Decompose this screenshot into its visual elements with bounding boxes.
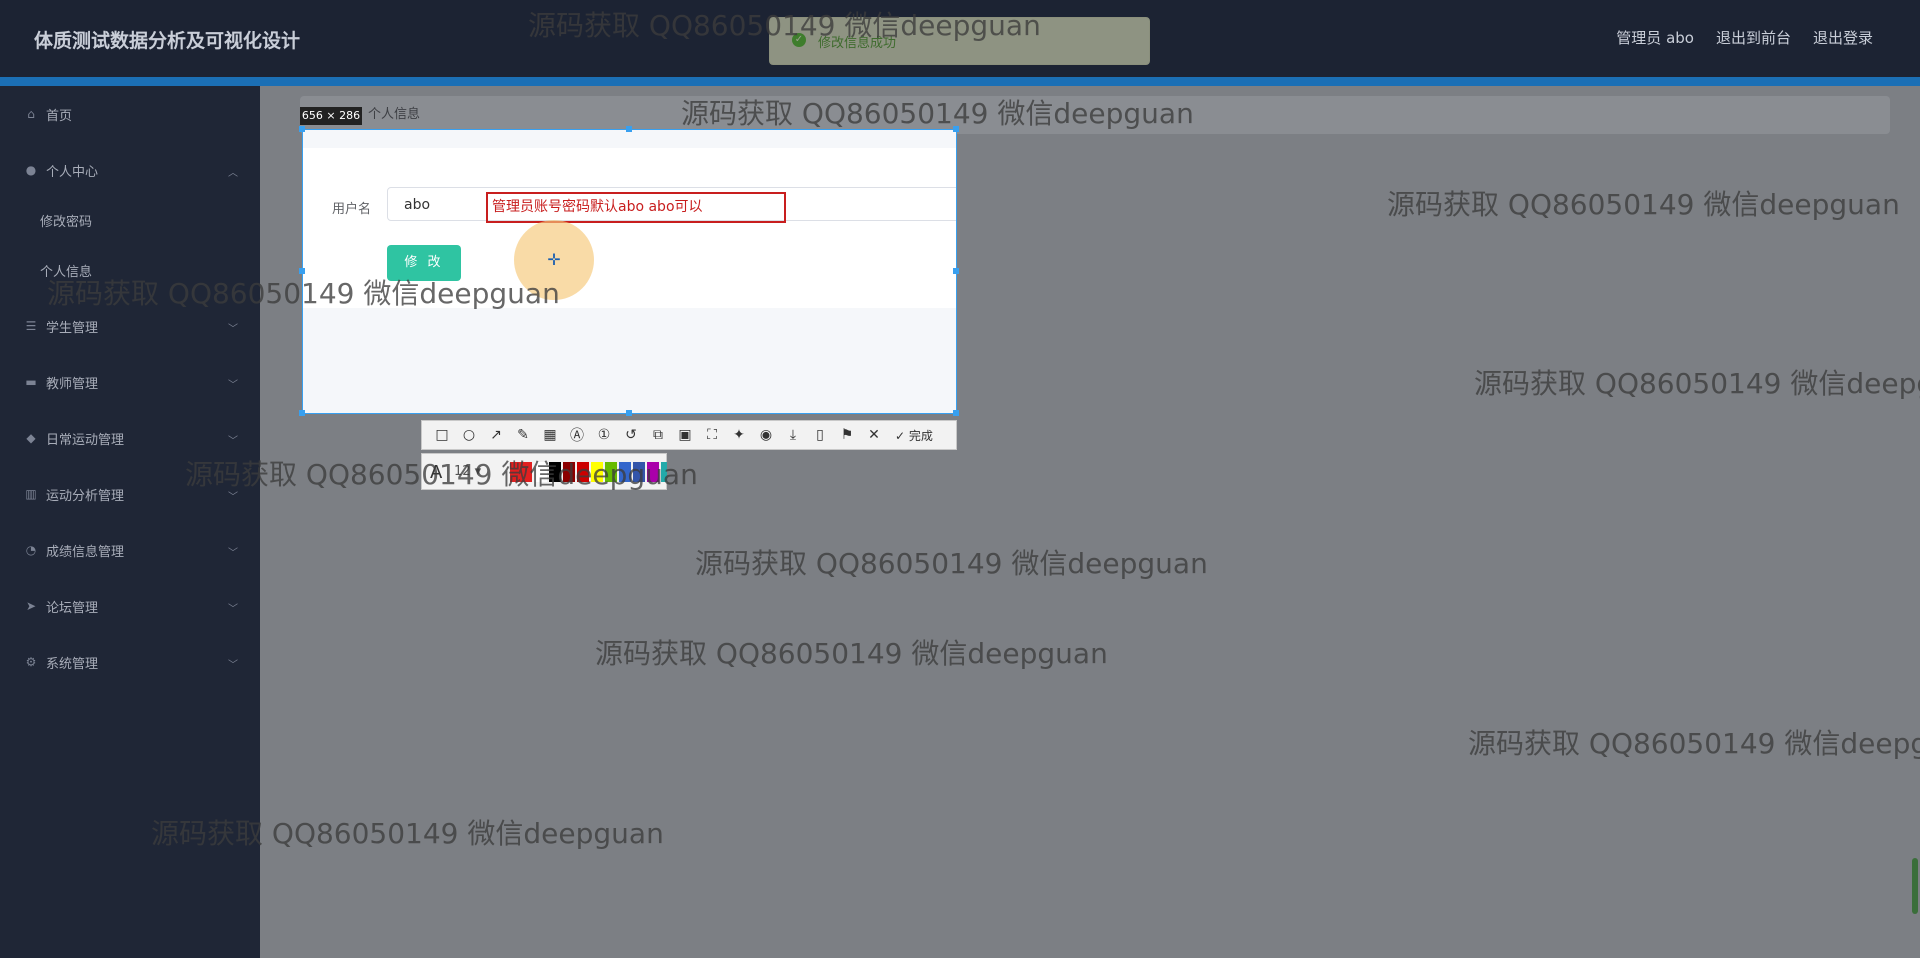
number-tool-icon[interactable]: ① bbox=[594, 427, 614, 443]
done-label: 完成 bbox=[908, 428, 933, 443]
sidebar-item-label: 教师管理 bbox=[46, 376, 99, 392]
bookmark-icon[interactable]: ⚑ bbox=[837, 427, 857, 443]
close-icon[interactable]: ✕ bbox=[864, 427, 884, 443]
ocr-icon[interactable]: ▣ bbox=[675, 427, 695, 443]
send-icon: ➤ bbox=[25, 599, 37, 613]
watermark: 源码获取 QQ86050149 微信deepguan bbox=[695, 547, 1208, 580]
record-icon[interactable]: ◉ bbox=[756, 427, 776, 443]
watermark: 源码获取 QQ86050149 微信deepguan bbox=[1468, 727, 1920, 760]
app-title: 体质测试数据分析及可视化设计 bbox=[34, 30, 301, 52]
capture-size-badge: 656 × 286 bbox=[300, 107, 362, 125]
pin-icon[interactable]: ✦ bbox=[729, 427, 749, 443]
text-tool-icon[interactable]: Ⓐ bbox=[567, 425, 587, 445]
sidebar-item-system[interactable]: ⚙ 系统管理 ﹀ bbox=[0, 634, 260, 690]
phone-icon[interactable]: ▯ bbox=[810, 427, 830, 443]
resize-handle[interactable] bbox=[953, 410, 959, 416]
watermark: 源码获取 QQ86050149 微信deepguan bbox=[595, 637, 1108, 670]
user-icon: ● bbox=[25, 163, 37, 177]
long-capture-icon[interactable]: ⧉ bbox=[648, 427, 668, 443]
crosshair-icon: ✛ bbox=[547, 250, 561, 269]
monitor-icon: ▬ bbox=[25, 375, 37, 389]
resize-handle[interactable] bbox=[626, 126, 632, 132]
done-button[interactable]: ✓ 完成 bbox=[895, 427, 933, 444]
list-icon: ☰ bbox=[25, 319, 37, 333]
breadcrumb-current: 个人信息 bbox=[368, 107, 421, 122]
watermark: 源码获取 QQ86050149 微信deepguan bbox=[151, 817, 664, 850]
watermark: 源码获取 QQ86050149 微信deepguan bbox=[1474, 367, 1920, 400]
chevron-down-icon: ﹀ bbox=[228, 548, 238, 559]
text-annotation[interactable]: 管理员账号密码默认abo abo可以 bbox=[486, 192, 786, 223]
resize-handle[interactable] bbox=[626, 410, 632, 416]
admin-user-link[interactable]: 管理员 abo bbox=[1616, 27, 1694, 48]
rectangle-tool-icon[interactable]: □ bbox=[432, 427, 452, 443]
download-icon[interactable]: ⤓ bbox=[783, 427, 803, 443]
settings-icon: ⚙ bbox=[25, 655, 37, 669]
mosaic-tool-icon[interactable]: ▦ bbox=[540, 427, 560, 443]
resize-handle[interactable] bbox=[299, 126, 305, 132]
sidebar-item-label: 日常运动管理 bbox=[46, 432, 125, 448]
home-icon: ⌂ bbox=[27, 107, 35, 121]
sidebar-item-label: 论坛管理 bbox=[46, 600, 99, 616]
watermark: 源码获取 QQ86050149 微信deepguan bbox=[185, 458, 698, 491]
username-label: 用户名 bbox=[332, 202, 372, 217]
chart-icon: ▥ bbox=[25, 487, 37, 501]
resize-handle[interactable] bbox=[953, 268, 959, 274]
capture-toolbar: □ ○ ↗ ✎ ▦ Ⓐ ① ↺ ⧉ ▣ ⛶ ✦ ◉ ⤓ ▯ ⚑ ✕ ✓ 完成 bbox=[421, 420, 957, 450]
sidebar-item-personal-center[interactable]: ● 个人中心 ︿ bbox=[0, 142, 260, 198]
chevron-up-icon: ︿ bbox=[228, 168, 238, 179]
sidebar-item-forum[interactable]: ➤ 论坛管理 ﹀ bbox=[0, 578, 260, 634]
sidebar-item-label: 学生管理 bbox=[46, 320, 99, 336]
sidebar-item-label: 成绩信息管理 bbox=[46, 544, 125, 560]
chevron-down-icon: ﹀ bbox=[228, 324, 238, 335]
back-to-frontend-link[interactable]: 退出到前台 bbox=[1716, 27, 1791, 48]
watermark: 源码获取 QQ86050149 微信deepguan bbox=[47, 277, 560, 310]
sidebar-item-teachers[interactable]: ▬ 教师管理 ﹀ bbox=[0, 354, 260, 410]
chevron-down-icon: ﹀ bbox=[228, 380, 238, 391]
header-accent-line bbox=[0, 77, 1920, 86]
sidebar-item-label: 首页 bbox=[46, 108, 73, 124]
ellipse-tool-icon[interactable]: ○ bbox=[459, 427, 479, 443]
arrow-tool-icon[interactable]: ↗ bbox=[486, 427, 506, 443]
sidebar-item-home[interactable]: ⌂ 首页 bbox=[0, 86, 260, 142]
logout-link[interactable]: 退出登录 bbox=[1813, 27, 1873, 48]
header-links: 管理员 abo 退出到前台 退出登录 bbox=[1616, 27, 1873, 48]
scrollbar-thumb[interactable] bbox=[1912, 858, 1918, 914]
sidebar-item-grades[interactable]: ◔ 成绩信息管理 ﹀ bbox=[0, 522, 260, 578]
sidebar-item-label: 系统管理 bbox=[46, 656, 99, 672]
location-icon: ◆ bbox=[26, 431, 36, 445]
watermark: 源码获取 QQ86050149 微信deepguan bbox=[681, 97, 1194, 130]
chevron-down-icon: ﹀ bbox=[228, 604, 238, 615]
watermark: 源码获取 QQ86050149 微信deepguan bbox=[1387, 188, 1900, 221]
pen-tool-icon[interactable]: ✎ bbox=[513, 427, 533, 443]
watermark: 源码获取 QQ86050149 微信deepguan bbox=[528, 9, 1041, 42]
sidebar-item-label: 运动分析管理 bbox=[46, 488, 125, 504]
chevron-down-icon: ﹀ bbox=[228, 436, 238, 447]
fit-icon[interactable]: ⛶ bbox=[702, 427, 722, 443]
undo-icon[interactable]: ↺ bbox=[621, 427, 641, 443]
chevron-down-icon: ﹀ bbox=[228, 660, 238, 671]
clock-icon: ◔ bbox=[25, 543, 37, 557]
sidebar-item-label: 个人中心 bbox=[46, 164, 99, 180]
resize-handle[interactable] bbox=[299, 410, 305, 416]
sidebar-subitem-change-password[interactable]: 修改密码 bbox=[0, 198, 260, 248]
